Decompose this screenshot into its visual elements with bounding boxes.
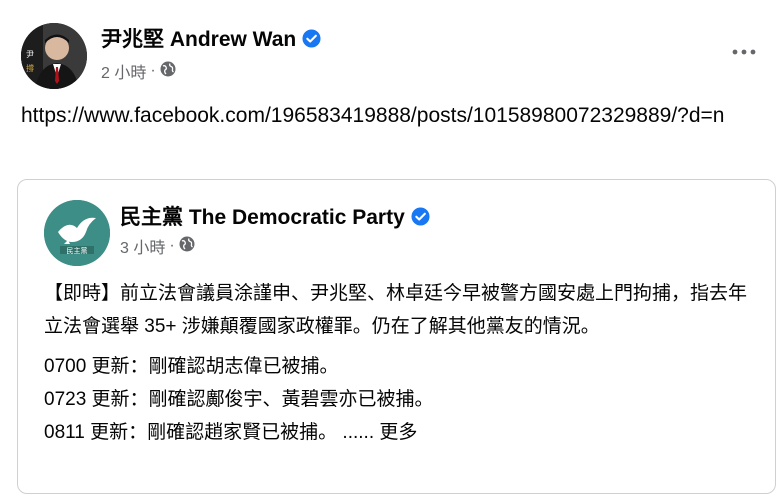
shared-author-row: 民主黨 The Democratic Party	[120, 201, 430, 231]
svg-text:尹: 尹	[26, 50, 34, 59]
svg-text:撐: 撐	[26, 63, 34, 73]
update-list: 0700 更新：剛確認胡志偉已被捕。 0723 更新：剛確認鄺俊宇、黃碧雲亦已被…	[44, 350, 764, 449]
party-avatar[interactable]: 民主黨	[44, 200, 110, 266]
update-line: 0723 更新：剛確認鄺俊宇、黃碧雲亦已被捕。	[44, 389, 434, 410]
shared-post-card[interactable]: 民主黨 民主黨 The Democratic Party 3 小時 · 【即時】…	[17, 179, 776, 494]
shared-post-body: 【即時】前立法會議員涂謹申、尹兆堅、林卓廷今早被警方國安處上門拘捕，指去年立法會…	[44, 277, 764, 449]
author-name-row: 尹兆堅 Andrew Wan	[101, 23, 321, 53]
party-avatar-label: 民主黨	[67, 246, 88, 255]
shared-post-meta: 3 小時 ·	[120, 234, 195, 258]
verified-badge-icon	[411, 206, 430, 226]
globe-icon[interactable]	[160, 61, 176, 82]
update-line: 0700 更新：剛確認胡志偉已被捕。	[44, 356, 339, 377]
globe-icon[interactable]	[179, 236, 195, 257]
facebook-post: 尹 撐 尹兆堅 Andrew Wan 2 小時 · https://www.fa…	[0, 0, 780, 498]
post-link-text[interactable]: https://www.facebook.com/196583419888/po…	[21, 100, 766, 131]
more-options-icon	[732, 42, 756, 60]
more-options-button[interactable]	[726, 37, 762, 65]
shared-post-text: 【即時】前立法會議員涂謹申、尹兆堅、林卓廷今早被警方國安處上門拘捕，指去年立法會…	[44, 283, 748, 337]
author-name[interactable]: 尹兆堅 Andrew Wan	[101, 23, 296, 53]
meta-separator: ·	[150, 62, 156, 79]
update-line-last: 0811 更新：剛確認趙家賢已被捕。 ...... 更多	[44, 416, 764, 449]
update-line-text: 0811 更新：剛確認趙家賢已被捕。	[44, 422, 338, 443]
shared-post-time[interactable]: 3 小時	[120, 234, 165, 258]
verified-badge-icon	[302, 28, 321, 48]
ellipsis: ......	[342, 422, 375, 443]
author-avatar[interactable]: 尹 撐	[21, 23, 87, 89]
post-meta: 2 小時 ·	[101, 59, 176, 83]
shared-author-name[interactable]: 民主黨 The Democratic Party	[120, 201, 405, 231]
see-more-link[interactable]: 更多	[379, 422, 417, 443]
post-time[interactable]: 2 小時	[101, 59, 146, 83]
meta-separator: ·	[169, 237, 175, 254]
